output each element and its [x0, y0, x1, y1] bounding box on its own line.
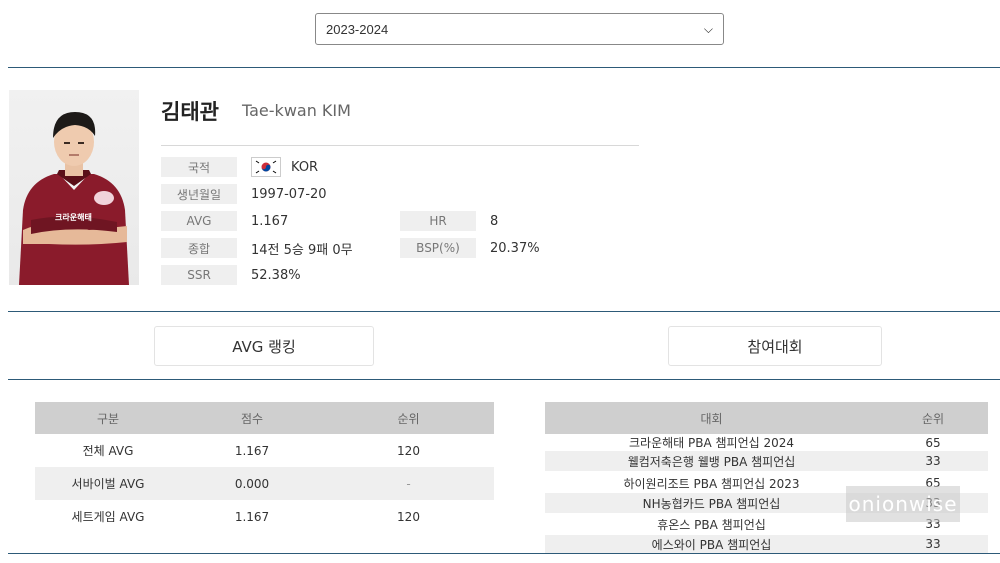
nationality-value: KOR [251, 157, 318, 177]
nationality-text: KOR [291, 159, 319, 175]
player-name-korean: 김태관 [161, 100, 219, 124]
korea-flag-icon [251, 157, 281, 177]
divider [8, 67, 1000, 68]
birth-label: 생년월일 [161, 184, 237, 204]
avg-label: AVG [161, 211, 237, 231]
table-row[interactable]: 웰컴저축은행 웰뱅 PBA 챔피언십 33 [545, 451, 988, 471]
birth-value: 1997-07-20 [251, 186, 327, 202]
bsp-label: BSP(%) [400, 238, 476, 258]
watermark: onionwise [846, 486, 960, 522]
tournament-table-header: 대회 순위 [545, 402, 988, 434]
hr-label: HR [400, 211, 476, 231]
avg-table-header: 구분 점수 순위 [35, 402, 494, 434]
avg-value: 1.167 [251, 213, 289, 229]
ssr-label: SSR [161, 265, 237, 285]
avg-row-score: 0.000 [234, 476, 270, 491]
tournament-name: 휴온스 PBA 챔피언십 [657, 517, 766, 532]
player-photo: 크라운해태 [9, 90, 139, 285]
divider [8, 379, 1000, 380]
table-row: 세트게임 AVG 1.167 120 [35, 500, 494, 533]
tournaments-button[interactable]: 참여대회 [668, 326, 882, 366]
table-row: 전체 AVG 1.167 120 [35, 434, 494, 467]
jersey-text: 크라운해태 [55, 213, 92, 222]
nationality-label: 국적 [161, 157, 237, 177]
table-row[interactable]: 에스와이 PBA 챔피언십 33 [545, 535, 988, 553]
season-select[interactable]: 2023-2024 ⌵ [315, 13, 724, 45]
tournament-col-name: 대회 [700, 411, 723, 426]
avg-row-score: 1.167 [234, 443, 270, 458]
tournament-rank: 33 [925, 537, 941, 551]
divider [8, 311, 1000, 312]
chevron-down-icon: ⌵ [703, 21, 713, 36]
avg-col-category: 구분 [96, 411, 120, 426]
tournament-name: 크라운해태 PBA 챔피언십 2024 [628, 436, 795, 450]
tournament-rank: 33 [925, 454, 941, 468]
avg-row-category: 세트게임 AVG [71, 510, 145, 524]
avg-row-score: 1.167 [234, 509, 270, 524]
table-row: 서바이벌 AVG 0.000 - [35, 467, 494, 500]
avg-col-rank: 순위 [397, 411, 420, 426]
tournament-rank: 65 [925, 435, 941, 450]
avg-ranking-button[interactable]: AVG 랭킹 [154, 326, 374, 366]
divider [8, 553, 1000, 554]
hr-value: 8 [490, 213, 499, 229]
avg-row-rank: - [406, 476, 411, 491]
avg-col-score: 점수 [240, 411, 264, 426]
tournament-name: 하이원리조트 PBA 챔피언십 2023 [623, 476, 800, 491]
tournament-col-rank: 순위 [921, 411, 945, 426]
player-name-english: Tae-kwan KIM [242, 101, 351, 120]
bsp-value: 20.37% [490, 240, 540, 256]
table-row[interactable]: 크라운해태 PBA 챔피언십 2024 65 [545, 434, 988, 451]
season-select-value: 2023-2024 [326, 21, 389, 37]
tournament-name: NH농협카드 PBA 챔피언십 [642, 496, 781, 511]
name-underline [161, 145, 639, 146]
avg-row-rank: 120 [397, 443, 420, 458]
avg-row-rank: 120 [397, 509, 420, 524]
avg-row-category: 전체 AVG [82, 444, 134, 458]
total-value: 14전 5승 9패 0무 [251, 242, 353, 258]
avg-row-category: 서바이벌 AVG [71, 477, 145, 491]
tournament-name: 에스와이 PBA 챔피언십 [651, 537, 772, 552]
tournament-name: 웰컴저축은행 웰뱅 PBA 챔피언십 [627, 454, 796, 469]
total-label: 종합 [161, 238, 237, 258]
ssr-value: 52.38% [251, 267, 301, 283]
